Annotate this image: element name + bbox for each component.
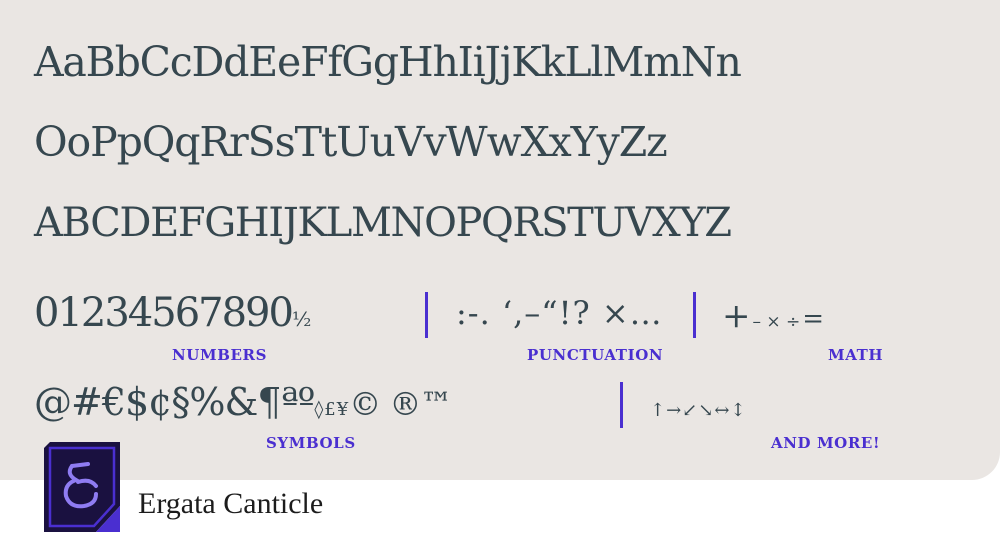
and-more-label: AND MORE!	[771, 434, 881, 452]
ampersand-logo-icon	[44, 442, 120, 532]
symbols-marks: © ®™	[349, 385, 452, 423]
numbers-glyphs: 01234567890½	[34, 290, 311, 336]
math-operators: – × ÷	[752, 312, 801, 332]
divider-3	[620, 382, 623, 428]
numbers-label: NUMBERS	[172, 346, 268, 364]
divider-2	[693, 292, 696, 338]
symbols-glyphs: @#€$¢§%&¶ªº◊£¥© ®™	[34, 380, 452, 424]
plus-sign: +	[722, 296, 751, 336]
capitals-row: ABCDEFGHIJKLMNOPQRSTUVXYZ	[34, 200, 732, 246]
mixed-case-row-2: OoPpQqRrSsTtUuVvWwXxYyZz	[34, 118, 668, 166]
symbols-label: SYMBOLS	[266, 434, 356, 452]
symbols-main: @#€$¢§%&¶ªº	[34, 380, 315, 424]
symbols-small: ◊£¥	[314, 399, 350, 420]
math-glyphs: + – × ÷=	[722, 296, 824, 336]
punctuation-glyphs: :-. ‘,–“!? ×…	[456, 294, 663, 332]
mixed-case-row-1: AaBbCcDdEeFfGgHhIiJjKkLlMmNn	[34, 38, 742, 86]
arrows-glyphs: ↑→↙↘↔↕	[650, 400, 747, 421]
font-name: Ergata Canticle	[138, 487, 324, 520]
punctuation-label: PUNCTUATION	[527, 346, 664, 364]
math-label: MATH	[828, 346, 884, 364]
digits-text: 01234567890	[34, 290, 294, 336]
fraction-text: ½	[291, 307, 312, 331]
divider-1	[425, 292, 428, 338]
equals-sign: =	[802, 304, 825, 334]
